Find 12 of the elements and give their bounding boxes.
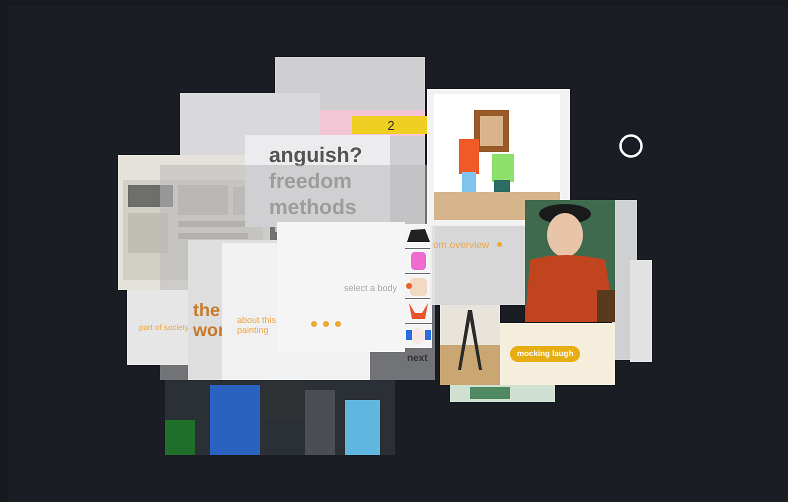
ellipsis-icon: [311, 320, 341, 326]
tag-text: part of society: [139, 322, 189, 334]
emotion-tag[interactable]: mocking laugh: [510, 346, 580, 362]
ring-icon: [619, 134, 643, 158]
overview-link[interactable]: om overview: [433, 238, 490, 253]
article-title: the: [193, 300, 220, 320]
prompt-text: select a body: [344, 282, 397, 295]
article-title: wor: [193, 320, 226, 340]
next-button[interactable]: next: [407, 351, 428, 366]
dot-icon: [497, 242, 502, 247]
counter: 2: [387, 118, 395, 132]
headline-text: anguish?: [269, 143, 364, 169]
